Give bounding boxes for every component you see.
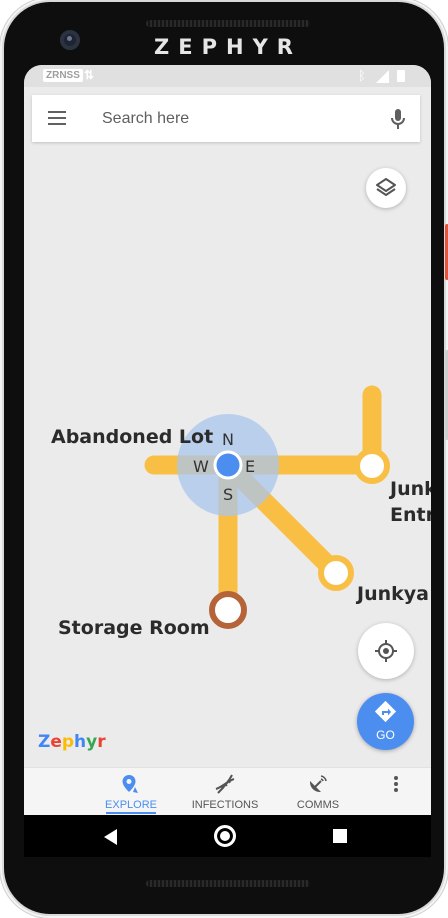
layers-icon (376, 178, 396, 196)
explore-pin-icon (122, 775, 138, 793)
dna-icon (215, 774, 235, 794)
screen: ZRNSS ⇅ ᛒ N S E W Abandoned Lot Junk Ent… (24, 65, 431, 857)
system-nav-bar (24, 815, 431, 857)
home-icon[interactable] (214, 825, 236, 847)
bottom-nav: EXPLORE INFECTIONS COMMS (24, 767, 431, 816)
search-input[interactable] (100, 106, 374, 132)
junk-entrance-node[interactable] (354, 448, 390, 484)
zephyr-logo: Zephyr (38, 732, 106, 752)
bottom-speaker (146, 880, 310, 887)
go-label: GO (376, 728, 395, 742)
place-label-junkyard[interactable]: Junkya (357, 583, 429, 605)
more-options-icon[interactable] (384, 776, 408, 796)
go-button[interactable]: GO (357, 693, 414, 750)
hamburger-menu-icon[interactable] (48, 111, 66, 125)
satellite-dish-icon (309, 775, 327, 793)
junkyard-node[interactable] (318, 555, 354, 591)
my-location-button[interactable] (358, 623, 414, 679)
place-label-abandoned-lot[interactable]: Abandoned Lot (51, 426, 213, 448)
tab-explore-label: EXPLORE (105, 799, 157, 811)
phone-frame: ZEPHYR ZRNSS ⇅ ᛒ N S E W Abandoned Lot J… (4, 2, 448, 914)
logo-letter: h (74, 732, 87, 752)
tab-comms[interactable]: COMMS (273, 768, 363, 816)
place-label-junk-entrance[interactable]: Junk Entr (390, 476, 431, 528)
logo-letter: Z (38, 732, 51, 752)
compass-south: S (223, 485, 234, 504)
place-label-storage-room[interactable]: Storage Room (58, 617, 210, 639)
compass-north: N (222, 430, 234, 449)
logo-letter: p (61, 732, 75, 752)
junk-entrance-line-1: Junk (390, 478, 431, 500)
logo-letter: e (50, 732, 62, 752)
tab-explore[interactable]: EXPLORE (86, 768, 176, 816)
layers-button[interactable] (366, 168, 406, 208)
back-icon[interactable] (104, 829, 117, 845)
search-bar (32, 95, 420, 142)
compass-east: E (245, 457, 256, 476)
top-speaker (146, 20, 310, 27)
tab-infections[interactable]: INFECTIONS (180, 768, 270, 816)
logo-letter: y (86, 732, 98, 752)
logo-letter: r (97, 732, 106, 752)
my-location-icon (375, 640, 397, 662)
recents-icon[interactable] (333, 829, 347, 843)
active-tab-indicator (106, 812, 156, 814)
storage-room-node[interactable] (209, 591, 247, 629)
junk-entrance-line-2: Entr (390, 504, 431, 526)
directions-icon (374, 700, 397, 723)
tab-infections-label: INFECTIONS (191, 799, 259, 811)
compass-west: W (193, 457, 209, 476)
device-brand: ZEPHYR (154, 35, 302, 59)
microphone-icon[interactable] (386, 107, 410, 131)
current-location-dot[interactable] (213, 450, 243, 480)
tab-comms-label: COMMS (296, 799, 340, 811)
